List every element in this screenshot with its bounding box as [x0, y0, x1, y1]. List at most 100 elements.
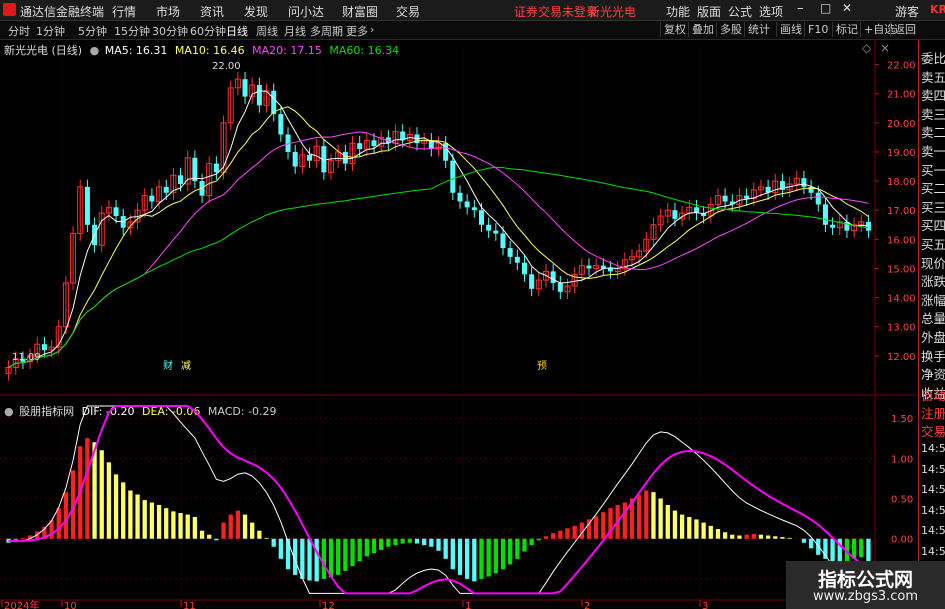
ma20-line: [8, 131, 869, 368]
back-button[interactable]: 返回: [890, 22, 919, 37]
stats-button[interactable]: 统计: [744, 22, 773, 37]
login-warning[interactable]: 证券交易未登录: [514, 3, 598, 20]
watermark: 指标公式网 www.zbgs3.com: [786, 561, 945, 609]
side-label: 买二: [921, 181, 945, 197]
menu-item-assistant[interactable]: 问小达: [288, 3, 324, 20]
minimize-icon[interactable]: –: [797, 1, 804, 16]
reduce-marker[interactable]: 减: [181, 360, 191, 372]
tab-1min[interactable]: 1分钟: [36, 23, 65, 39]
price-tick-label: 22.00: [887, 61, 916, 72]
menu-item-wealth[interactable]: 财富圈: [342, 3, 378, 20]
close-icon[interactable]: ✕: [842, 1, 852, 15]
tick-time: 14:55: [921, 524, 945, 537]
side-label: 卖二: [921, 125, 945, 141]
tab-more[interactable]: 更多: [346, 23, 368, 39]
price-tick-label: 16.00: [887, 235, 916, 246]
macd-tick-label: 1.00: [891, 454, 913, 465]
candle-body: [213, 163, 219, 173]
f10-button[interactable]: F10: [804, 22, 831, 37]
tab-15min[interactable]: 15分钟: [114, 23, 150, 39]
draw-button[interactable]: 画线: [776, 22, 805, 37]
adjust-button[interactable]: 复权: [660, 22, 689, 37]
tab-monthly[interactable]: 月线: [284, 23, 306, 39]
menu-bar: 通达信金融终端 行情 市场 资讯 发现 问小达 财富圈 交易 证券交易未登录 新…: [0, 0, 945, 21]
price-tick-label: 13.00: [887, 323, 916, 334]
menu-item-trade[interactable]: 交易: [396, 3, 420, 20]
side-label: 买一: [921, 162, 945, 178]
candle-body: [84, 186, 90, 225]
side-action-label[interactable]: 注册: [921, 403, 945, 422]
date-tick-label: 1: [465, 601, 471, 609]
tab-60min[interactable]: 60分钟: [190, 23, 226, 39]
side-action-label[interactable]: 交易: [921, 421, 945, 440]
candle-body: [607, 268, 613, 272]
candle-body: [371, 140, 377, 147]
side-label: 外盘: [921, 330, 945, 345]
restore-icon[interactable]: □: [820, 1, 831, 15]
candle-body: [521, 262, 527, 275]
menu-item-quotes[interactable]: 行情: [112, 3, 136, 20]
candle-body: [113, 207, 119, 217]
date-tick-label: 10: [64, 601, 77, 609]
overlay-button[interactable]: 叠加: [688, 22, 717, 37]
candle-body: [822, 204, 828, 225]
menu-item-layout[interactable]: 版面: [697, 3, 721, 20]
menu-item-function[interactable]: 功能: [666, 3, 690, 20]
candle-body: [471, 207, 477, 211]
menu-item-formula[interactable]: 公式: [728, 3, 752, 20]
date-tick-label: 11: [183, 601, 196, 609]
user-label[interactable]: 游客: [895, 3, 919, 20]
tick-time: 14:54: [921, 483, 945, 496]
side-label: 卖四: [921, 88, 945, 104]
candle-body: [41, 344, 47, 351]
tick-time: 14:55: [921, 544, 945, 558]
side-label: 买五: [921, 237, 945, 252]
menu-item-discover[interactable]: 发现: [244, 3, 268, 20]
side-label: 涨幅: [921, 292, 945, 308]
candle-body: [801, 178, 807, 187]
mark-button[interactable]: 标记: [832, 22, 861, 37]
multi-stock-button[interactable]: 多股: [716, 22, 745, 37]
candle-body: [192, 157, 198, 182]
candle-body: [178, 175, 184, 184]
side-label: 净资: [921, 367, 945, 383]
tab-weekly[interactable]: 周线: [256, 23, 278, 39]
candle-body: [242, 79, 248, 97]
candle-body: [278, 114, 284, 135]
price-tick-label: 18.00: [887, 177, 916, 188]
tick-time: 14:54: [921, 462, 945, 476]
macd-tick-label: 1.50: [891, 414, 913, 425]
tab-daily[interactable]: 日线: [226, 23, 248, 39]
side-label: 委比: [921, 51, 945, 66]
menu-item-market[interactable]: 市场: [156, 3, 180, 20]
earnings-marker[interactable]: 财: [163, 359, 173, 372]
candle-body: [514, 256, 520, 263]
period-toolbar: 分时 1分钟 5分钟 15分钟 30分钟 60分钟 日线 周线 月线 多周期 更…: [0, 21, 945, 40]
price-tick-label: 15.00: [887, 264, 916, 275]
forecast-marker[interactable]: 预: [537, 360, 547, 372]
tab-5min[interactable]: 5分钟: [78, 23, 107, 39]
corner-label: KR: [930, 3, 945, 16]
tab-intraday[interactable]: 分时: [8, 23, 30, 39]
side-label: 总量: [921, 311, 945, 327]
side-label: 卖三: [921, 106, 945, 122]
candle-body: [830, 224, 836, 228]
quote-side-panel: 委比 卖五 卖四 卖三 卖二 卖一 买一 买二 买三 买四 买五 现价 涨跌 涨幅 总量 外盘 换手 净资 收益 自动…: [918, 40, 945, 609]
date-tick-label: 2024年: [4, 599, 39, 609]
chevron-right-icon[interactable]: ›: [370, 23, 374, 36]
menu-item-news[interactable]: 资讯: [200, 3, 224, 20]
date-tick-label: 3: [702, 601, 708, 609]
kline-chart[interactable]: 22.0021.0020.0019.0018.0017.0016.0015.00…: [0, 40, 918, 609]
macd-histogram: [6, 438, 871, 582]
tab-multi-period[interactable]: 多周期: [310, 23, 343, 39]
candle-body: [500, 233, 506, 249]
tab-30min[interactable]: 30分钟: [152, 23, 188, 39]
candle-body: [586, 265, 592, 269]
side-label: 换手: [921, 348, 945, 364]
app-logo-icon: [3, 3, 16, 16]
tick-time: 14:54: [921, 503, 945, 517]
menu-item-options[interactable]: 选项: [759, 3, 783, 20]
candle-body: [672, 210, 678, 219]
candle-body: [342, 151, 348, 164]
side-action-label[interactable]: 自动: [921, 385, 945, 404]
